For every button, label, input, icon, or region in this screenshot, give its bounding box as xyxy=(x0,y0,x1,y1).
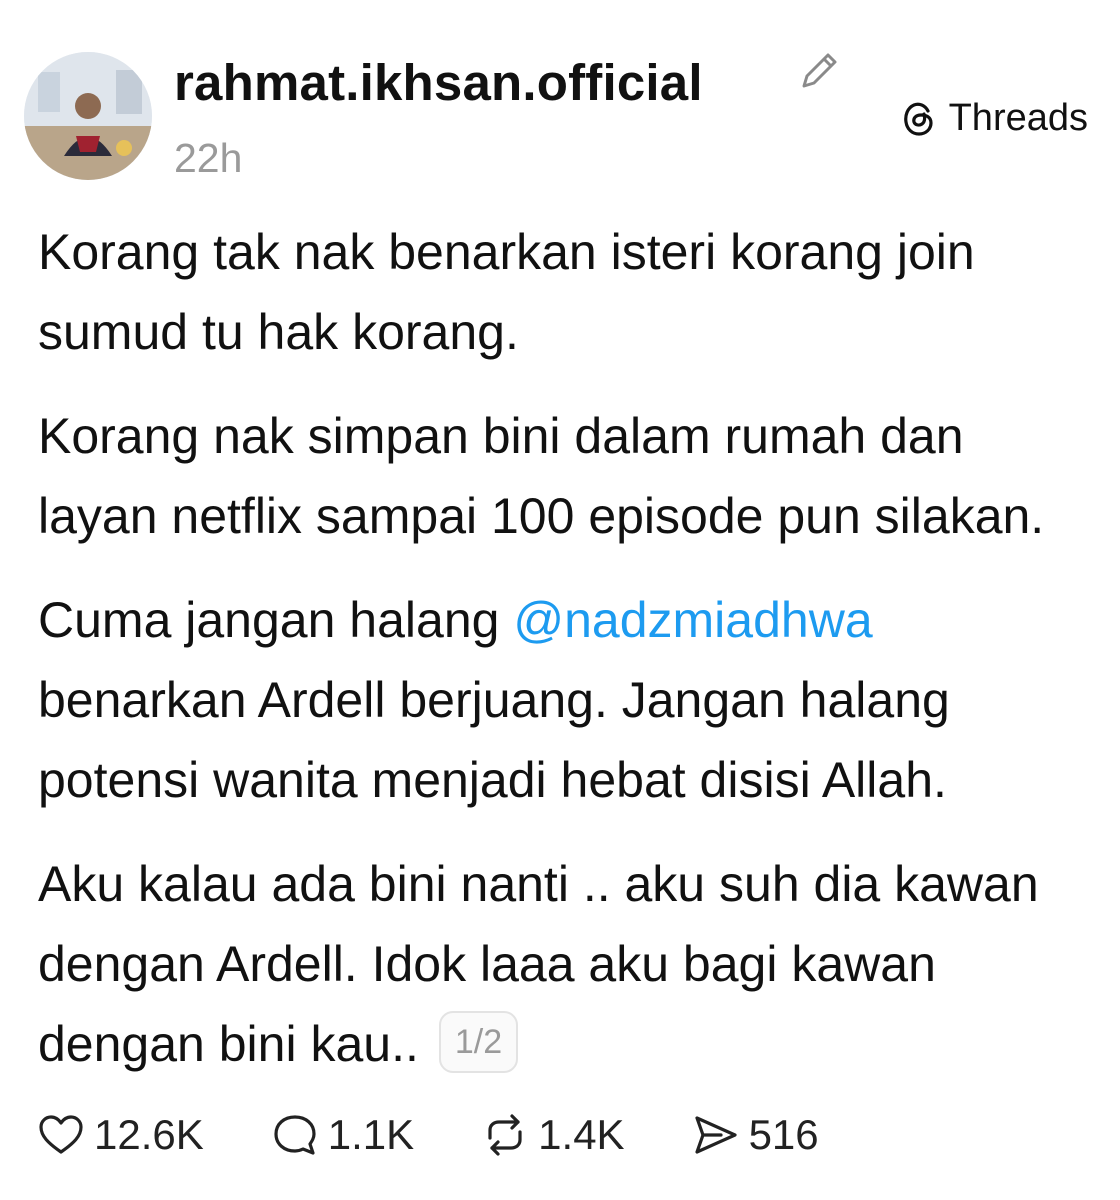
action-bar: 12.6K 1.1K 1.4K 516 xyxy=(36,1110,885,1160)
post-paragraph: Aku kalau ada bini nanti .. aku suh dia … xyxy=(38,844,1088,1084)
repost-count: 1.4K xyxy=(538,1111,625,1158)
edit-icon[interactable] xyxy=(794,46,844,96)
mention-link[interactable]: @nadzmiadhwa xyxy=(513,592,872,648)
threads-logo-icon xyxy=(903,102,933,136)
like-count: 12.6K xyxy=(94,1111,204,1158)
page-badge: 1/2 xyxy=(438,1010,519,1073)
share-button[interactable]: 516 xyxy=(691,1110,819,1160)
username[interactable]: rahmat.ikhsan.official xyxy=(174,52,703,113)
timestamp: 22h xyxy=(174,135,243,181)
repost-icon xyxy=(488,1114,522,1156)
post-paragraph: Cuma jangan halang @nadzmiadhwa benarkan… xyxy=(38,580,1088,820)
paragraph-text: Cuma jangan halang xyxy=(38,592,514,648)
share-icon xyxy=(694,1116,737,1154)
like-button[interactable]: 12.6K xyxy=(36,1110,204,1160)
avatar[interactable] xyxy=(24,52,152,180)
paragraph-text: Aku kalau ada bini nanti .. aku suh dia … xyxy=(38,856,1039,1072)
post-paragraph: Korang nak simpan bini dalam rumah dan l… xyxy=(38,408,1045,544)
heart-icon xyxy=(39,1115,83,1154)
avatar-image xyxy=(24,52,152,180)
post-body: Korang tak nak benarkan isteri korang jo… xyxy=(38,212,1088,1108)
share-count: 516 xyxy=(748,1111,819,1158)
reply-count: 1.1K xyxy=(327,1111,415,1158)
comment-icon xyxy=(274,1115,316,1155)
threads-label: Threads xyxy=(948,97,1088,139)
paragraph-text: benarkan Ardell berjuang. Jangan halang … xyxy=(38,672,950,808)
threads-brand: Threads xyxy=(897,96,1088,140)
post-paragraph: Korang tak nak benarkan isteri korang jo… xyxy=(38,224,975,360)
repost-button[interactable]: 1.4K xyxy=(480,1110,625,1160)
reply-button[interactable]: 1.1K xyxy=(270,1110,414,1160)
